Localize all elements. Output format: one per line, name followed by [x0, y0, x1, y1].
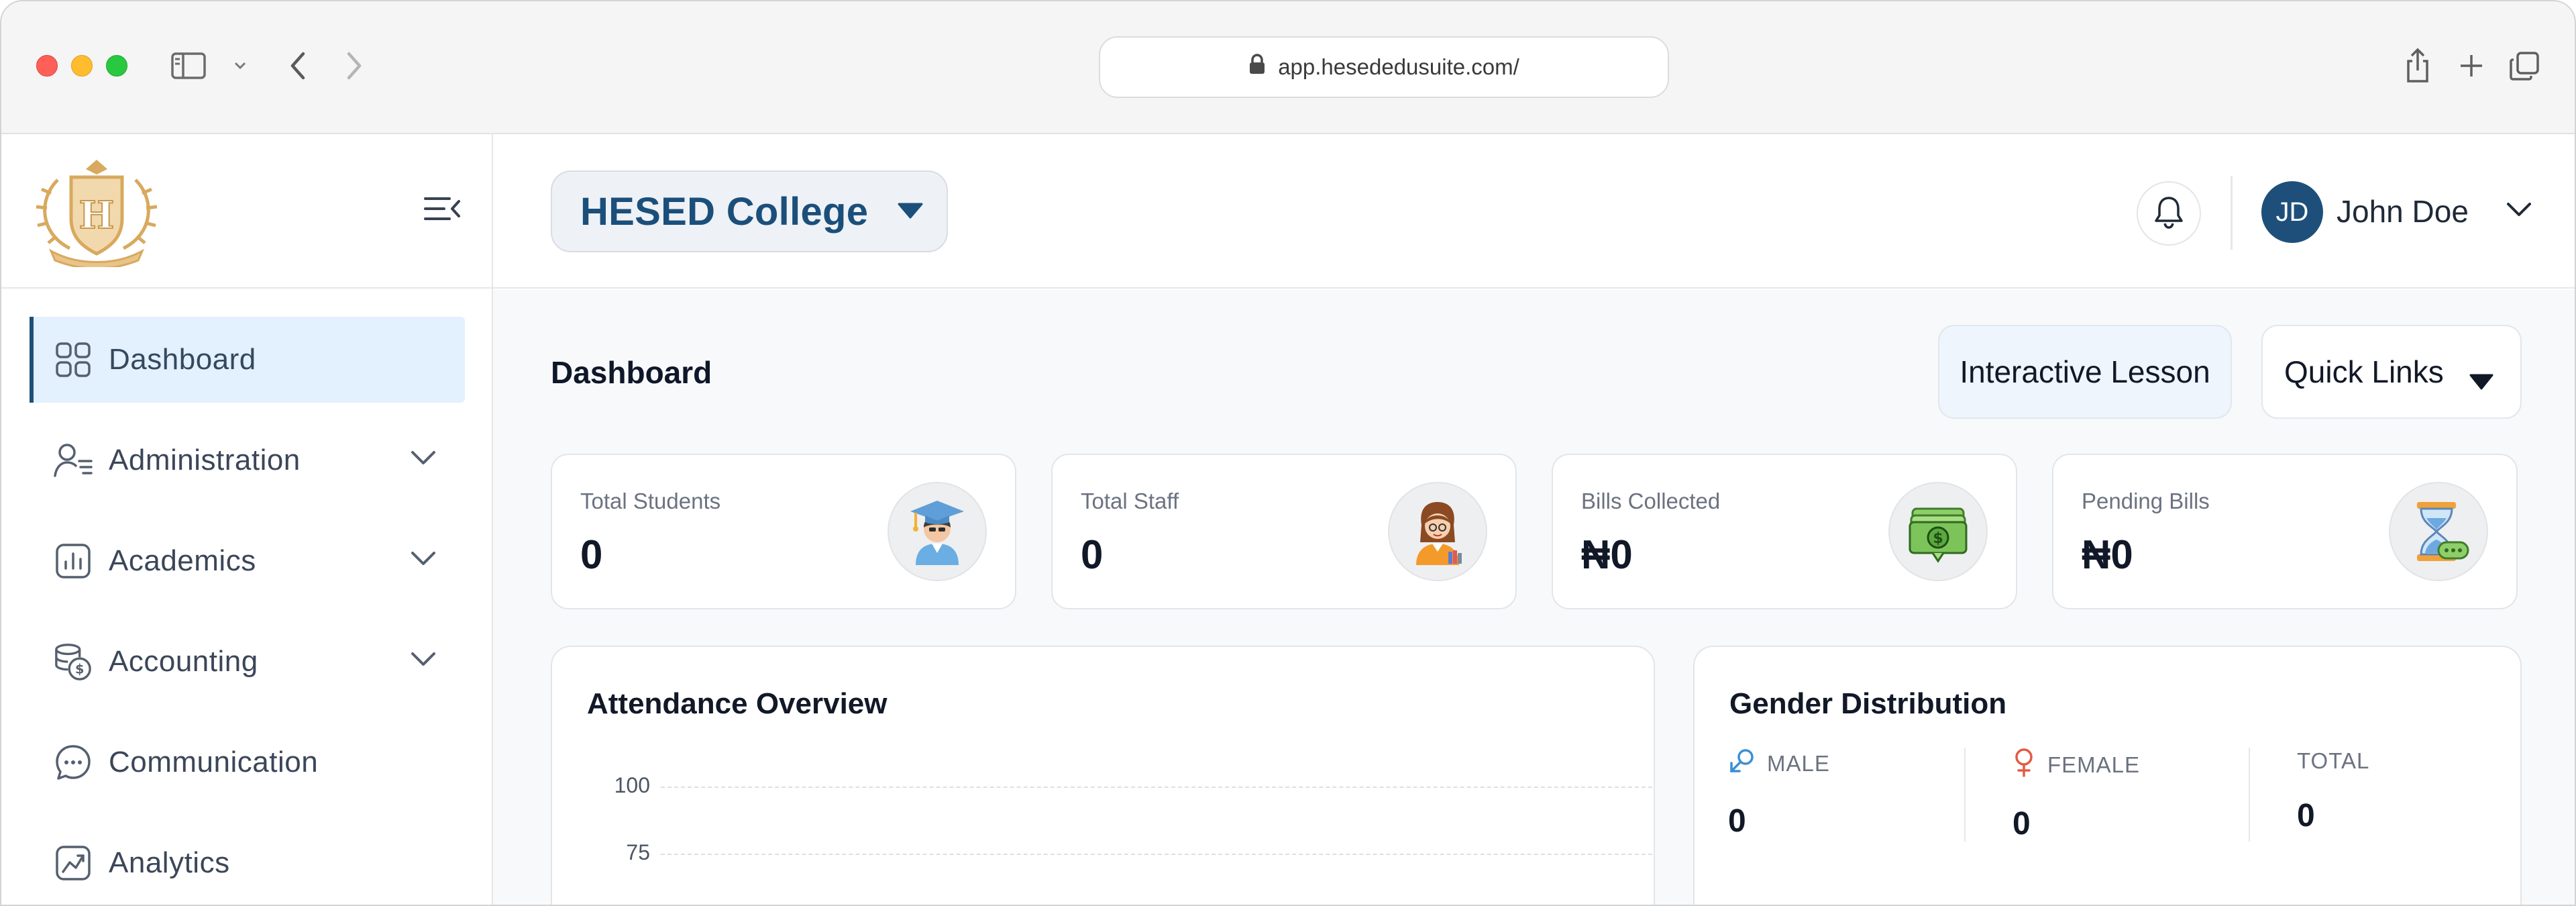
chevron-down-icon[interactable] [410, 448, 437, 472]
top-header: HESED College JD John Doe [493, 134, 2575, 289]
grid-icon [54, 340, 93, 379]
back-arrow-icon[interactable] [284, 50, 311, 82]
female-value: 0 [2012, 806, 2031, 842]
female-symbol-icon [2012, 748, 2035, 783]
panel-title: Attendance Overview [587, 687, 888, 720]
cash-icon: $ [1888, 482, 1988, 581]
sidebar-toggle-icon[interactable] [170, 51, 207, 81]
stat-card-bills-collected[interactable]: Bills Collected ₦0 $ [1552, 454, 2017, 609]
close-window-button[interactable] [36, 55, 58, 77]
sidebar-item-communication[interactable]: Communication [30, 719, 465, 805]
school-crest-logo[interactable]: H [31, 153, 162, 270]
stat-value: 0 [580, 532, 603, 577]
total-label: TOTAL [2297, 748, 2370, 773]
sidebar-item-label: Administration [109, 444, 301, 476]
notifications-button[interactable] [2137, 181, 2201, 246]
school-selector[interactable]: HESED College [551, 170, 948, 252]
page-title: Dashboard [551, 355, 712, 390]
main-content: Dashboard Interactive Lesson Quick Links… [493, 290, 2575, 905]
teacher-icon [1388, 482, 1487, 581]
maximize-window-button[interactable] [106, 55, 127, 77]
chevron-down-icon[interactable] [232, 59, 248, 72]
graduate-icon [888, 482, 987, 581]
analytics-icon [54, 844, 93, 883]
hourglass-icon [2389, 482, 2488, 581]
chat-icon [54, 743, 93, 782]
tab-overview-icon[interactable] [2508, 50, 2541, 83]
browser-window: app.hesededusuite.com/ H Dashboard Admin… [0, 0, 2576, 906]
stat-value: ₦0 [1581, 532, 1633, 577]
sidebar-item-accounting[interactable]: $ Accounting [30, 619, 465, 705]
divider [2249, 748, 2250, 842]
total-stat: TOTAL 0 [2297, 748, 2369, 834]
sidebar-item-administration[interactable]: Administration [30, 417, 465, 503]
chevron-down-icon[interactable] [2506, 200, 2532, 220]
sidebar-header: H [1, 134, 492, 289]
forward-arrow-icon[interactable] [341, 50, 368, 82]
quick-links-label: Quick Links [2284, 354, 2444, 389]
sidebar-item-analytics[interactable]: Analytics [30, 820, 465, 905]
stat-card-total-staff[interactable]: Total Staff 0 [1051, 454, 1517, 609]
user-list-icon [54, 441, 93, 480]
sidebar-item-label: Communication [109, 746, 319, 778]
caret-down-icon [896, 201, 924, 221]
chevron-down-icon[interactable] [410, 549, 437, 573]
sidebar-nav: Dashboard Administration Academics $ Acc… [1, 317, 492, 905]
y-axis-tick-label: 75 [626, 840, 650, 864]
avatar[interactable]: JD [2261, 181, 2323, 243]
sidebar-item-label: Analytics [109, 846, 230, 879]
stat-value: 0 [1081, 532, 1104, 577]
chevron-down-icon[interactable] [410, 650, 437, 674]
bar-chart-icon [54, 542, 93, 581]
divider [1964, 748, 1966, 842]
interactive-lesson-button[interactable]: Interactive Lesson [1938, 325, 2232, 419]
url-text: app.hesededusuite.com/ [1278, 54, 1519, 79]
gender-distribution-panel: Gender Distribution MALE 0 FEMALE 0 TOTA… [1693, 646, 2522, 905]
panel-title: Gender Distribution [1729, 687, 2007, 720]
male-value: 0 [1728, 803, 1746, 839]
collapse-sidebar-icon[interactable] [423, 193, 463, 227]
share-icon[interactable] [2403, 47, 2432, 85]
male-label: MALE [1767, 751, 1830, 776]
stat-label: Bills Collected [1581, 489, 1721, 513]
header-divider [2231, 176, 2233, 250]
male-symbol-icon [1728, 748, 1755, 780]
user-name[interactable]: John Doe [2337, 193, 2469, 230]
stat-label: Pending Bills [2082, 489, 2210, 513]
minimize-window-button[interactable] [71, 55, 93, 77]
stat-card-pending-bills[interactable]: Pending Bills ₦0 [2052, 454, 2518, 609]
sidebar-item-dashboard[interactable]: Dashboard [30, 317, 465, 403]
lock-icon [1248, 54, 1266, 81]
stat-label: Total Staff [1081, 489, 1179, 513]
attendance-overview-panel: Attendance Overview 100 75 [551, 646, 1655, 905]
sidebar-item-label: Accounting [109, 645, 258, 678]
female-label: FEMALE [2047, 752, 2141, 777]
coins-icon: $ [54, 642, 93, 681]
browser-toolbar: app.hesededusuite.com/ [1, 1, 2575, 134]
school-name: HESED College [580, 189, 869, 234]
bell-icon [2153, 195, 2184, 232]
svg-text:$: $ [1933, 530, 1943, 547]
quick-links-button[interactable]: Quick Links [2261, 325, 2522, 419]
caret-down-icon [2468, 362, 2495, 390]
sidebar-item-academics[interactable]: Academics [30, 518, 465, 604]
svg-text:H: H [79, 193, 115, 238]
y-axis-tick-label: 100 [614, 773, 650, 797]
stat-value: ₦0 [2082, 532, 2133, 577]
stat-card-total-students[interactable]: Total Students 0 [551, 454, 1016, 609]
male-stat: MALE 0 [1728, 748, 1830, 840]
address-bar[interactable]: app.hesededusuite.com/ [1099, 36, 1669, 98]
sidebar-item-label: Academics [109, 544, 256, 577]
grid-line [661, 854, 1652, 855]
female-stat: FEMALE 0 [2012, 748, 2140, 842]
svg-text:$: $ [75, 661, 84, 676]
sidebar-item-label: Dashboard [109, 343, 256, 376]
total-value: 0 [2297, 798, 2315, 834]
sidebar: H Dashboard Administration Academics $ A… [1, 134, 493, 905]
new-tab-icon[interactable] [2457, 51, 2486, 81]
stat-label: Total Students [580, 489, 721, 513]
grid-line [661, 787, 1652, 788]
